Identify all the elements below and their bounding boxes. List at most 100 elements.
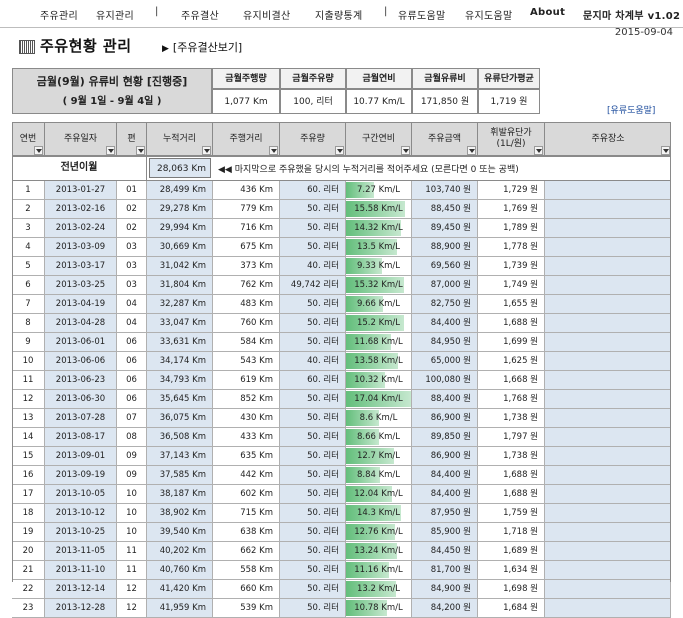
column-header-station[interactable]: 주유장소 bbox=[545, 122, 671, 156]
fuel-date-input[interactable]: 2013-10-25 bbox=[45, 523, 117, 541]
filter-dropdown-icon[interactable] bbox=[661, 146, 670, 155]
cost-input[interactable]: 84,900 원 bbox=[412, 580, 478, 598]
cost-input[interactable]: 87,950 원 bbox=[412, 504, 478, 522]
cost-input[interactable]: 89,450 원 bbox=[412, 219, 478, 237]
station-input[interactable] bbox=[545, 447, 671, 465]
filter-dropdown-icon[interactable] bbox=[106, 146, 115, 155]
cost-input[interactable]: 103,740 원 bbox=[412, 181, 478, 199]
cost-input[interactable]: 84,200 원 bbox=[412, 599, 478, 617]
fuel-amount-input[interactable]: 50. 리터 bbox=[280, 428, 346, 446]
fuel-amount-input[interactable]: 50. 리터 bbox=[280, 504, 346, 522]
odometer-input[interactable]: 34,174 Km bbox=[147, 352, 213, 370]
column-header-efficiency[interactable]: 구간연비 bbox=[346, 122, 412, 156]
fuel-date-input[interactable]: 2013-10-12 bbox=[45, 504, 117, 522]
odometer-input[interactable]: 29,994 Km bbox=[147, 219, 213, 237]
fuel-date-input[interactable]: 2013-07-28 bbox=[45, 409, 117, 427]
station-input[interactable] bbox=[545, 561, 671, 579]
fuel-date-input[interactable]: 2013-09-19 bbox=[45, 466, 117, 484]
fuel-date-input[interactable]: 2013-06-30 bbox=[45, 390, 117, 408]
station-input[interactable] bbox=[545, 599, 671, 617]
odometer-input[interactable]: 32,287 Km bbox=[147, 295, 213, 313]
cost-input[interactable]: 84,400 원 bbox=[412, 314, 478, 332]
station-input[interactable] bbox=[545, 466, 671, 484]
column-header-fuel-amount[interactable]: 주유량 bbox=[280, 122, 346, 156]
station-input[interactable] bbox=[545, 238, 671, 256]
filter-dropdown-icon[interactable] bbox=[269, 146, 278, 155]
cost-input[interactable]: 88,450 원 bbox=[412, 200, 478, 218]
station-input[interactable] bbox=[545, 390, 671, 408]
fuel-date-input[interactable]: 2013-11-10 bbox=[45, 561, 117, 579]
column-header-odometer[interactable]: 누적거리 bbox=[147, 122, 213, 156]
menu-maintenance-help[interactable]: 유지도움말 bbox=[465, 7, 513, 22]
fuel-date-input[interactable]: 2013-06-06 bbox=[45, 352, 117, 370]
fuel-amount-input[interactable]: 40. 리터 bbox=[280, 257, 346, 275]
filter-dropdown-icon[interactable] bbox=[401, 146, 410, 155]
fuel-amount-input[interactable]: 50. 리터 bbox=[280, 219, 346, 237]
fuel-report-link[interactable]: ▶ [주유결산보기] bbox=[162, 39, 242, 55]
fuel-date-input[interactable]: 2013-03-17 bbox=[45, 257, 117, 275]
fuel-date-input[interactable]: 2013-03-25 bbox=[45, 276, 117, 294]
odometer-input[interactable]: 40,760 Km bbox=[147, 561, 213, 579]
cost-input[interactable]: 88,900 원 bbox=[412, 238, 478, 256]
fuel-date-input[interactable]: 2013-02-16 bbox=[45, 200, 117, 218]
odometer-input[interactable]: 31,804 Km bbox=[147, 276, 213, 294]
cost-input[interactable]: 85,900 원 bbox=[412, 523, 478, 541]
fuel-date-input[interactable]: 2013-11-05 bbox=[45, 542, 117, 560]
odometer-input[interactable]: 33,047 Km bbox=[147, 314, 213, 332]
fuel-date-input[interactable]: 2013-02-24 bbox=[45, 219, 117, 237]
column-header-date[interactable]: 주유일자 bbox=[45, 122, 117, 156]
fuel-help-link[interactable]: [유류도움말] bbox=[607, 103, 655, 116]
station-input[interactable] bbox=[545, 504, 671, 522]
station-input[interactable] bbox=[545, 523, 671, 541]
fuel-date-input[interactable]: 2013-08-17 bbox=[45, 428, 117, 446]
cost-input[interactable]: 69,560 원 bbox=[412, 257, 478, 275]
fuel-amount-input[interactable]: 50. 리터 bbox=[280, 314, 346, 332]
odometer-input[interactable]: 30,669 Km bbox=[147, 238, 213, 256]
fuel-amount-input[interactable]: 50. 리터 bbox=[280, 409, 346, 427]
station-input[interactable] bbox=[545, 485, 671, 503]
fuel-amount-input[interactable]: 50. 리터 bbox=[280, 333, 346, 351]
menu-fuel-management[interactable]: 주유관리 bbox=[40, 7, 78, 22]
station-input[interactable] bbox=[545, 200, 671, 218]
menu-maintenance-management[interactable]: 유지관리 bbox=[96, 7, 134, 22]
odometer-input[interactable]: 28,499 Km bbox=[147, 181, 213, 199]
fuel-date-input[interactable]: 2013-09-01 bbox=[45, 447, 117, 465]
filter-dropdown-icon[interactable] bbox=[534, 146, 543, 155]
station-input[interactable] bbox=[545, 276, 671, 294]
fuel-amount-input[interactable]: 50. 리터 bbox=[280, 390, 346, 408]
cost-input[interactable]: 86,900 원 bbox=[412, 409, 478, 427]
station-input[interactable] bbox=[545, 314, 671, 332]
fuel-amount-input[interactable]: 50. 리터 bbox=[280, 295, 346, 313]
fuel-amount-input[interactable]: 60. 리터 bbox=[280, 371, 346, 389]
fuel-amount-input[interactable]: 49,742 리터 bbox=[280, 276, 346, 294]
station-input[interactable] bbox=[545, 409, 671, 427]
filter-dropdown-icon[interactable] bbox=[34, 146, 43, 155]
fuel-date-input[interactable]: 2013-04-28 bbox=[45, 314, 117, 332]
cost-input[interactable]: 87,000 원 bbox=[412, 276, 478, 294]
odometer-input[interactable]: 38,902 Km bbox=[147, 504, 213, 522]
fuel-date-input[interactable]: 2013-03-09 bbox=[45, 238, 117, 256]
filter-dropdown-icon[interactable] bbox=[335, 146, 344, 155]
odometer-input[interactable]: 35,645 Km bbox=[147, 390, 213, 408]
menu-maintenance-report[interactable]: 유지비결산 bbox=[243, 7, 291, 22]
station-input[interactable] bbox=[545, 181, 671, 199]
fuel-amount-input[interactable]: 50. 리터 bbox=[280, 599, 346, 617]
station-input[interactable] bbox=[545, 428, 671, 446]
odometer-input[interactable]: 39,540 Km bbox=[147, 523, 213, 541]
column-header-month[interactable]: 편 bbox=[117, 122, 147, 156]
fuel-amount-input[interactable]: 60. 리터 bbox=[280, 181, 346, 199]
column-header-cost[interactable]: 주유금액 bbox=[412, 122, 478, 156]
fuel-amount-input[interactable]: 50. 리터 bbox=[280, 466, 346, 484]
carry-over-odometer-input[interactable]: 28,063 Km bbox=[149, 158, 211, 178]
fuel-amount-input[interactable]: 50. 리터 bbox=[280, 542, 346, 560]
fuel-amount-input[interactable]: 50. 리터 bbox=[280, 485, 346, 503]
odometer-input[interactable]: 33,631 Km bbox=[147, 333, 213, 351]
cost-input[interactable]: 84,400 원 bbox=[412, 485, 478, 503]
filter-dropdown-icon[interactable] bbox=[467, 146, 476, 155]
menu-expense-stats[interactable]: 지출량통계 bbox=[315, 7, 363, 22]
fuel-amount-input[interactable]: 40. 리터 bbox=[280, 352, 346, 370]
odometer-input[interactable]: 36,075 Km bbox=[147, 409, 213, 427]
column-header-no[interactable]: 연번 bbox=[12, 122, 45, 156]
station-input[interactable] bbox=[545, 219, 671, 237]
cost-input[interactable]: 84,400 원 bbox=[412, 466, 478, 484]
